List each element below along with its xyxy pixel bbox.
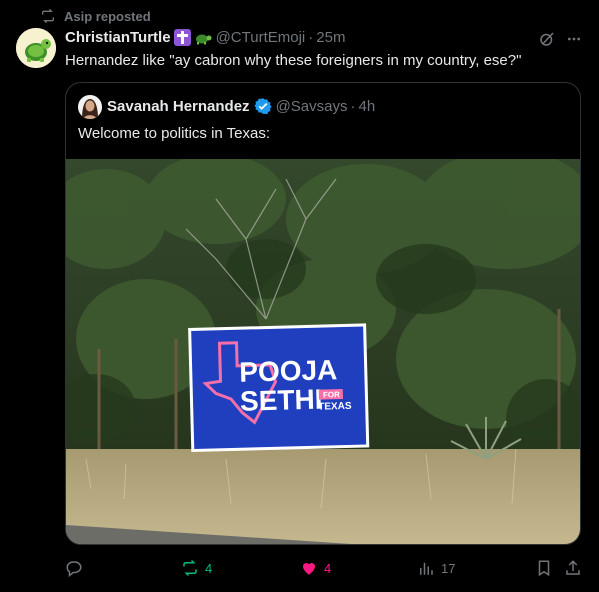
- sign-for: FOR: [323, 390, 340, 399]
- like-button[interactable]: 4: [300, 559, 331, 577]
- repost-button[interactable]: 4: [181, 559, 212, 577]
- quoted-post-time[interactable]: 4h: [358, 98, 375, 115]
- action-bar: 4 4 17: [0, 555, 599, 585]
- turtle-emoji-icon: [195, 34, 212, 44]
- post-time[interactable]: 25m: [316, 29, 345, 46]
- bookmark-button[interactable]: [535, 559, 553, 577]
- quoted-author-avatar[interactable]: [78, 95, 102, 119]
- grok-icon[interactable]: [538, 30, 556, 48]
- views-chart-icon: [420, 562, 433, 575]
- views-count: 17: [441, 560, 456, 576]
- repost-icon: [42, 8, 54, 24]
- share-icon: [566, 560, 580, 575]
- post-text: Hernandez like "ay cabron why these fore…: [65, 52, 522, 69]
- sign-name-last: SETHI: [240, 384, 323, 417]
- author-name[interactable]: ChristianTurtle: [65, 29, 171, 46]
- verified-badge-icon: [253, 98, 272, 115]
- heart-icon: [302, 562, 316, 575]
- like-count: 4: [324, 560, 332, 576]
- bookmark-icon: [538, 560, 550, 577]
- more-options-icon[interactable]: [566, 30, 582, 48]
- reply-icon: [66, 561, 82, 577]
- cross-emoji-icon: [173, 29, 191, 46]
- views-button[interactable]: 17: [417, 559, 455, 577]
- author-handle[interactable]: @CTurtEmoji: [216, 29, 306, 46]
- quoted-author-name[interactable]: Savanah Hernandez: [107, 98, 250, 115]
- reply-button[interactable]: [65, 559, 89, 577]
- turtle-avatar-image: [16, 28, 56, 68]
- repost-count: 4: [205, 560, 213, 576]
- share-button[interactable]: [564, 559, 582, 577]
- repost-label: Asip reposted: [64, 8, 151, 24]
- sign-name-first: POOJA: [239, 354, 338, 388]
- quoted-post-text: Welcome to politics in Texas:: [78, 125, 271, 142]
- quoted-post-photo[interactable]: POOJA SETHI FOR TEXAS: [66, 159, 581, 545]
- sign-texas: TEXAS: [318, 401, 352, 413]
- author-avatar[interactable]: [16, 28, 56, 68]
- quoted-post[interactable]: Savanah Hernandez @Savsays · 4h Welcome …: [65, 82, 581, 545]
- separator-dot: ·: [308, 29, 314, 46]
- post-header: ChristianTurtle @CTurtEmoji · 25m: [65, 29, 345, 46]
- repost-action-icon: [183, 559, 197, 577]
- repost-indicator[interactable]: Asip reposted: [40, 8, 151, 24]
- quoted-avatar-image: [78, 95, 102, 119]
- quoted-separator-dot: ·: [350, 97, 356, 115]
- quoted-post-header: Savanah Hernandez @Savsays · 4h: [107, 97, 375, 115]
- quoted-author-handle[interactable]: @Savsays: [276, 98, 348, 115]
